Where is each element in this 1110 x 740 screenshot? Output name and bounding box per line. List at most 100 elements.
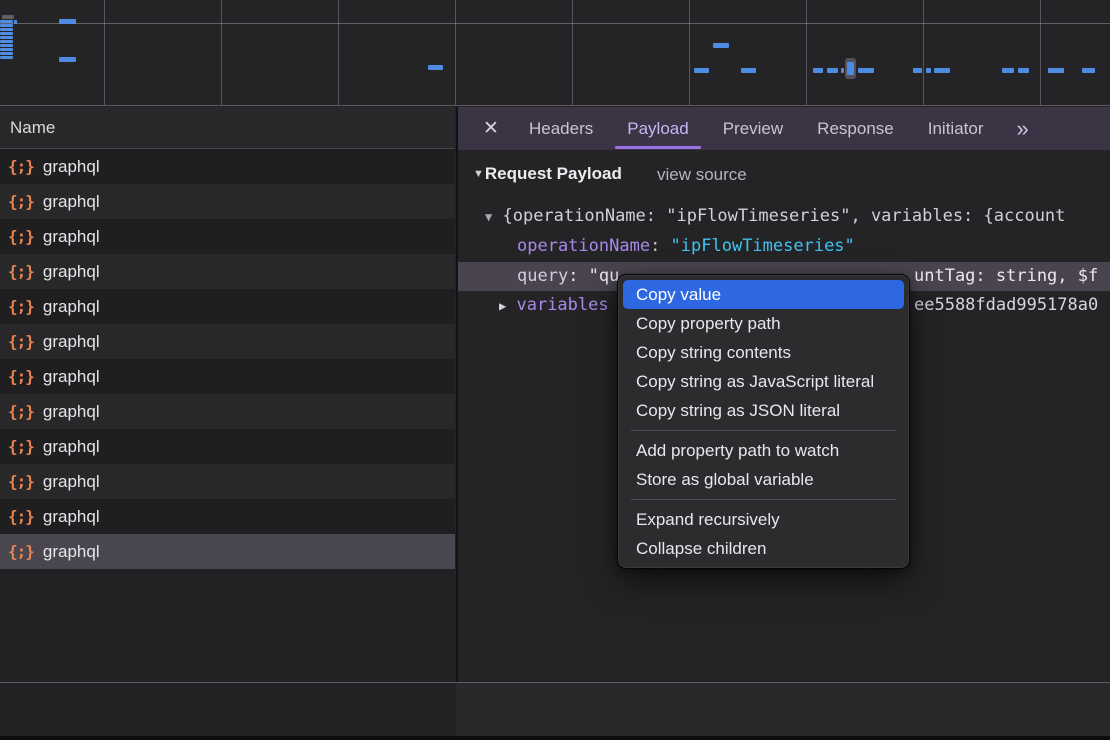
request-row-graphql[interactable]: {;}graphql	[0, 289, 455, 324]
property-value: "ipFlowTimeseries"	[671, 236, 855, 256]
property-value-left: "qu	[589, 266, 620, 286]
fetch-json-icon: {;}	[8, 192, 34, 211]
tab-preview[interactable]: Preview	[706, 107, 800, 150]
fetch-json-icon: {;}	[8, 472, 34, 491]
request-name-label: graphql	[43, 402, 100, 422]
overview-request-bar	[0, 20, 13, 23]
key-separator: :	[568, 266, 588, 286]
overview-request-bar	[428, 65, 443, 70]
overview-request-bar	[1018, 68, 1029, 73]
overview-gridline-vertical	[923, 0, 924, 105]
request-name-label: graphql	[43, 157, 100, 177]
request-name-label: graphql	[43, 297, 100, 317]
detail-tabs: HeadersPayloadPreviewResponseInitiator	[512, 107, 1000, 150]
request-row-graphql[interactable]: {;}graphql	[0, 219, 455, 254]
request-name-label: graphql	[43, 507, 100, 527]
overview-request-bar	[0, 56, 13, 59]
devtools-network-panel: Name {;}graphql{;}graphql{;}graphql{;}gr…	[0, 0, 1110, 740]
request-row-graphql[interactable]: {;}graphql	[0, 464, 455, 499]
overview-selected-request-bar	[847, 62, 854, 75]
request-rows: {;} graphql {;} graphql {;} graphql {;} graphql…	[0, 149, 455, 569]
more-tabs-icon[interactable]: »	[1008, 107, 1036, 150]
request-row-graphql[interactable]: {;} graphql	[0, 184, 455, 219]
context-menu: Copy valueCopy property pathCopy string …	[617, 274, 910, 569]
request-row-graphql[interactable]: {;}graphql	[0, 499, 455, 534]
overview-pending-bar	[2, 15, 14, 19]
overview-gridline-vertical	[806, 0, 807, 105]
payload-property-operationName[interactable]: operationName: "ipFlowTimeseries"	[458, 232, 1110, 261]
detail-tab-bar: ✕ HeadersPayloadPreviewResponseInitiator…	[458, 107, 1110, 150]
request-name-label: graphql	[43, 437, 100, 457]
overview-request-bar	[0, 28, 13, 31]
fetch-json-icon: {;}	[8, 367, 34, 386]
overview-request-bar	[1048, 68, 1064, 73]
overview-request-bar	[841, 68, 844, 73]
menu-item-copy-string-contents[interactable]: Copy string contents	[623, 338, 904, 367]
name-column-header[interactable]: Name	[0, 107, 455, 149]
request-row-graphql[interactable]: {;}graphql	[0, 534, 455, 569]
overview-gridline-horizontal	[0, 23, 1110, 24]
overview-request-bar	[813, 68, 823, 73]
menu-item-add-property-path-to-watch[interactable]: Add property path to watch	[623, 436, 904, 465]
overview-gridline-vertical	[104, 0, 105, 105]
menu-item-copy-string-as-javascript-literal[interactable]: Copy string as JavaScript literal	[623, 367, 904, 396]
overview-request-bar	[14, 20, 17, 24]
menu-divider	[631, 430, 896, 431]
expander-right-icon[interactable]: ▶	[499, 299, 506, 313]
view-source-link[interactable]: view source	[657, 165, 747, 185]
menu-item-store-as-global-variable[interactable]: Store as global variable	[623, 465, 904, 494]
tab-initiator[interactable]: Initiator	[911, 107, 1001, 150]
request-name-label: graphql	[43, 367, 100, 387]
overview-request-bar	[0, 48, 13, 51]
request-name-label: graphql	[43, 332, 100, 352]
fetch-json-icon: {;}	[8, 262, 34, 281]
fetch-json-icon: {;}	[8, 402, 34, 421]
overview-request-bar	[694, 68, 709, 73]
menu-item-collapse-children[interactable]: Collapse children	[623, 534, 904, 563]
property-key: variables	[516, 295, 608, 315]
key-separator: :	[650, 236, 670, 256]
request-row-graphql[interactable]: {;}graphql	[0, 254, 455, 289]
overview-request-bar	[59, 57, 76, 62]
close-icon[interactable]: ✕	[470, 107, 512, 150]
expander-down-icon[interactable]: ▼	[485, 210, 492, 224]
request-row-graphql[interactable]: {;} graphql	[0, 324, 455, 359]
overview-request-bar	[59, 19, 76, 24]
property-key: query	[517, 266, 568, 286]
request-row-graphql[interactable]: {;} graphql	[0, 394, 455, 429]
overview-request-bar	[1082, 68, 1095, 73]
overview-request-bar	[926, 68, 931, 73]
overview-gridline-vertical	[572, 0, 573, 105]
request-row-graphql[interactable]: {;} graphql	[0, 149, 455, 184]
overview-gridline-vertical	[338, 0, 339, 105]
request-name-label: graphql	[43, 192, 100, 212]
overview-gridline-vertical	[455, 0, 456, 105]
overview-selected-request-marker[interactable]	[845, 58, 856, 79]
network-overview-timeline[interactable]	[0, 0, 1110, 106]
section-collapse-icon[interactable]: ▼	[473, 168, 484, 180]
request-list-panel: Name {;}graphql{;}graphql{;}graphql{;}gr…	[0, 107, 455, 740]
section-title: Request Payload	[485, 164, 622, 183]
overview-request-bar	[858, 68, 874, 73]
overview-gridline-vertical	[221, 0, 222, 105]
menu-item-copy-string-as-json-literal[interactable]: Copy string as JSON literal	[623, 396, 904, 425]
menu-divider	[631, 499, 896, 500]
panel-bottom-divider	[0, 682, 1110, 683]
fetch-json-icon: {;}	[8, 157, 34, 176]
tab-payload[interactable]: Payload	[610, 107, 705, 150]
menu-item-copy-property-path[interactable]: Copy property path	[623, 309, 904, 338]
overview-request-bar	[934, 68, 950, 73]
tab-response[interactable]: Response	[800, 107, 911, 150]
request-payload-section-header[interactable]: ▼Request Payload	[473, 164, 622, 184]
fetch-json-icon: {;}	[8, 437, 34, 456]
payload-root-row[interactable]: ▼ {operationName: "ipFlowTimeseries", va…	[458, 202, 1110, 231]
fetch-json-icon: {;}	[8, 332, 34, 351]
request-name-label: graphql	[43, 542, 100, 562]
menu-item-copy-value[interactable]: Copy value	[623, 280, 904, 309]
request-row-graphql[interactable]: {;} graphql	[0, 359, 455, 394]
property-key: operationName	[517, 236, 650, 256]
request-row-graphql[interactable]: {;} graphql	[0, 429, 455, 464]
overview-request-bar	[827, 68, 838, 73]
menu-item-expand-recursively[interactable]: Expand recursively	[623, 505, 904, 534]
tab-headers[interactable]: Headers	[512, 107, 610, 150]
